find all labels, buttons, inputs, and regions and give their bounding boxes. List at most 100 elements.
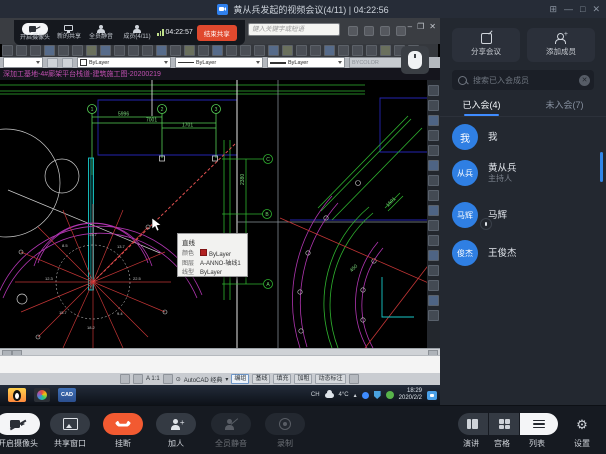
color-combo[interactable]: ByLayer	[77, 57, 171, 68]
clear-search-icon[interactable]: ✕	[579, 75, 590, 86]
remote-mouse-button[interactable]	[401, 46, 429, 74]
model-space-icon[interactable]	[120, 374, 130, 384]
tray-icon[interactable]	[349, 374, 359, 384]
cad-search-input[interactable]	[248, 23, 340, 36]
toolbar-icon[interactable]	[428, 310, 439, 321]
help-icon[interactable]	[396, 26, 406, 36]
toolbar-icon[interactable]	[366, 45, 377, 56]
toolbar-icon[interactable]	[198, 45, 209, 56]
cad-restore-icon[interactable]: ❐	[417, 22, 424, 31]
printer-icon[interactable]	[47, 58, 58, 68]
toolbar-icon[interactable]	[428, 115, 439, 126]
toolbar-icon[interactable]	[338, 45, 349, 56]
toolbar-icon[interactable]	[352, 45, 363, 56]
language-indicator[interactable]: CH	[311, 392, 320, 398]
toggle-group[interactable]: 编组	[231, 374, 249, 384]
toolbar-icon[interactable]	[428, 160, 439, 171]
toolbar-icon[interactable]	[428, 220, 439, 231]
toolbar-icon[interactable]	[240, 45, 251, 56]
toolbar-icon[interactable]	[324, 45, 335, 56]
toolbar-icon[interactable]	[128, 45, 139, 56]
toolbar-icon[interactable]	[428, 130, 439, 141]
add-person-button[interactable]: + 加人	[156, 413, 196, 449]
minimize-icon[interactable]: —	[564, 4, 573, 14]
end-share-button[interactable]: 结束共享	[197, 25, 237, 41]
toolbar-icon[interactable]	[100, 45, 111, 56]
toolbar-icon[interactable]	[86, 45, 97, 56]
share-window-button[interactable]: 共享窗口	[50, 413, 90, 449]
toolbar-icon[interactable]	[16, 45, 27, 56]
toolbar-icon[interactable]	[58, 45, 69, 56]
toolbar-icon[interactable]	[310, 45, 321, 56]
star-icon[interactable]	[380, 26, 390, 36]
cad-app-icon[interactable]: CAD	[58, 388, 76, 402]
toolbar-icon[interactable]	[296, 45, 307, 56]
wrench-icon[interactable]	[364, 26, 374, 36]
cad-hscrollbar[interactable]	[0, 348, 440, 355]
toggle-dyn-dim[interactable]: 动态标注	[315, 374, 345, 384]
maximize-icon[interactable]: □	[580, 4, 585, 14]
tab-not-joined[interactable]: 未入会(7)	[523, 96, 606, 116]
member-search-input[interactable]	[471, 75, 575, 86]
toolbar-icon[interactable]	[282, 45, 293, 56]
tray-blue-icon[interactable]	[362, 392, 369, 399]
layout-icon[interactable]: ⊞	[549, 4, 557, 15]
toolbar-camera-button[interactable]: 开启摄像头	[17, 23, 53, 42]
toolbar-icon[interactable]	[44, 45, 55, 56]
share-meeting-button[interactable]: 分享会议	[452, 28, 520, 62]
toolbar-icon[interactable]	[156, 45, 167, 56]
list-view-button[interactable]	[520, 413, 558, 435]
toolbar-icon[interactable]	[212, 45, 223, 56]
toolbar-icon[interactable]	[428, 295, 439, 306]
toolbar-icon[interactable]	[428, 280, 439, 291]
qq-icon[interactable]	[8, 388, 26, 402]
toolbar-icon[interactable]	[268, 45, 279, 56]
add-member-button[interactable]: 添加成员	[527, 28, 595, 62]
system-clock[interactable]: 18:29 2020/2/2	[399, 388, 422, 402]
antivirus-icon[interactable]	[386, 391, 394, 399]
toolbar-icon[interactable]	[226, 45, 237, 56]
messenger-icon[interactable]	[427, 391, 437, 400]
toolbar-icon[interactable]	[184, 45, 195, 56]
toolbar-icon[interactable]	[428, 235, 439, 246]
toolbar-icon[interactable]	[170, 45, 181, 56]
member-row[interactable]: 马辉 马辉	[452, 200, 602, 230]
security-shield-icon[interactable]	[374, 391, 381, 399]
sidebar-scrollbar[interactable]	[600, 152, 603, 182]
member-search[interactable]: ✕	[452, 70, 594, 90]
cad-command-line[interactable]	[0, 355, 440, 373]
toggle-hatch[interactable]: 填充	[273, 374, 291, 384]
speaker-view-button[interactable]	[458, 413, 488, 435]
toolbar-icon[interactable]	[142, 45, 153, 56]
toolbar-icon[interactable]	[114, 45, 125, 56]
grid-view-button[interactable]	[489, 413, 519, 435]
camera-button[interactable]: 开启摄像头	[0, 413, 40, 449]
toolbar-icon[interactable]	[428, 100, 439, 111]
tab-joined[interactable]: 已入会(4)	[440, 96, 523, 116]
tray-expand-icon[interactable]: ▴	[354, 392, 357, 399]
binoculars-icon[interactable]	[348, 26, 358, 36]
toggle-baseline[interactable]: 基线	[252, 374, 270, 384]
annotation-icon[interactable]	[163, 374, 173, 384]
toolbar-icon[interactable]	[254, 45, 265, 56]
workspace-switcher[interactable]: AutoCAD 经典	[184, 375, 223, 384]
toolbar-new-share-button[interactable]: 新的共享	[53, 25, 85, 41]
member-row[interactable]: 俊杰 王俊杰	[452, 238, 602, 268]
toolbar-icon[interactable]	[72, 45, 83, 56]
hangup-button[interactable]: 挂断	[103, 413, 143, 449]
cad-minimize-icon[interactable]: –	[408, 22, 412, 31]
toolbar-icon[interactable]	[428, 205, 439, 216]
toolbar-icon[interactable]	[428, 250, 439, 261]
close-icon[interactable]: ✕	[592, 4, 600, 15]
lineweight-combo[interactable]: ByLayer	[267, 57, 345, 68]
layer-combo[interactable]	[3, 57, 43, 68]
toolbar-mute-all-button[interactable]: 全员静音	[85, 25, 117, 41]
cad-close-icon[interactable]: ✕	[429, 22, 436, 31]
toolbar-icon[interactable]	[428, 265, 439, 276]
toolbar-icon[interactable]	[428, 175, 439, 186]
toolbar-members-button[interactable]: 成员(4/11)	[117, 25, 157, 41]
toolbar-icon[interactable]	[2, 45, 13, 56]
settings-button[interactable]: ⚙	[570, 413, 594, 435]
plot-preview-icon[interactable]	[62, 58, 73, 68]
toolbar-icon[interactable]	[428, 145, 439, 156]
